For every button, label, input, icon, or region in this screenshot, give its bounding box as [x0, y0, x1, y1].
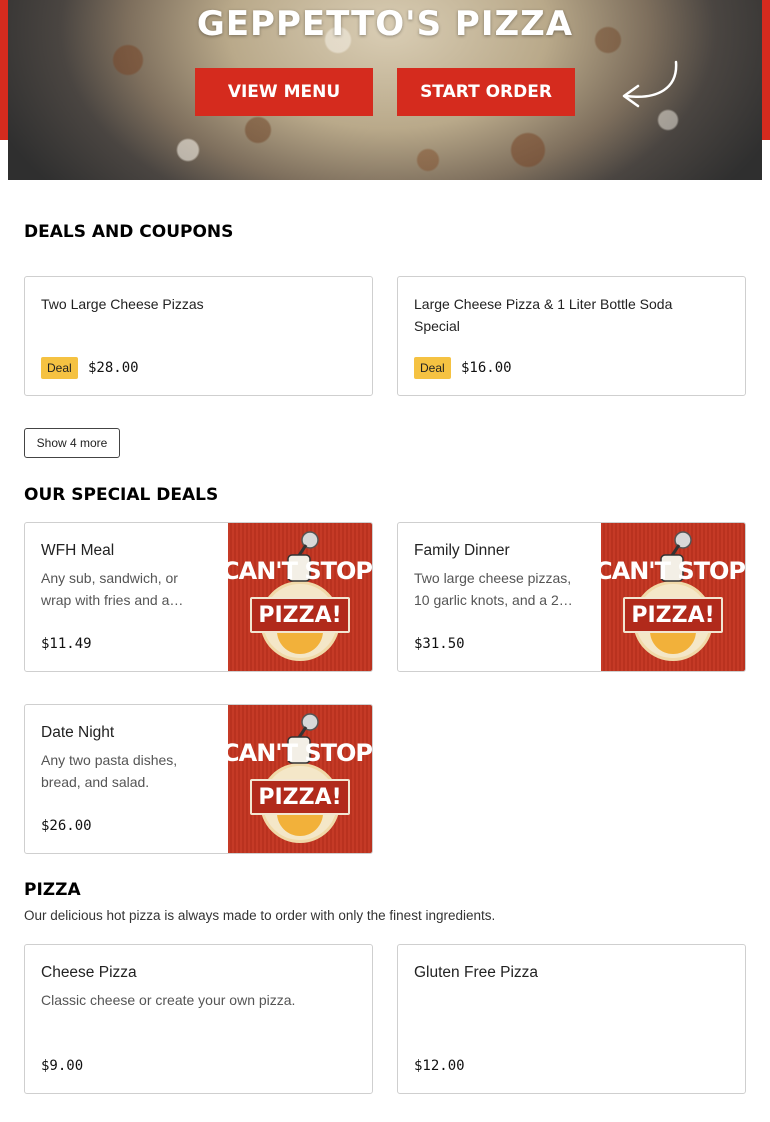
menu-item-card[interactable]: Gluten Free Pizza $12.00	[397, 944, 746, 1094]
item-name: Cheese Pizza	[41, 964, 137, 981]
item-price: $26.00	[41, 818, 92, 834]
item-name: Gluten Free Pizza	[414, 964, 539, 981]
promo-banner: PIZZA!	[623, 597, 723, 633]
promo-image: CAN'T STOP PIZZA!	[228, 705, 372, 853]
deal-badge: Deal	[41, 357, 78, 379]
item-description: Any sub, sandwich, or wrap with fries an…	[41, 570, 184, 608]
menu-item-card[interactable]: Cheese Pizza Classic cheese or create yo…	[24, 944, 373, 1094]
deal-price: $16.00	[461, 360, 512, 376]
start-order-button[interactable]: START ORDER	[397, 68, 575, 116]
item-price: $9.00	[41, 1058, 84, 1074]
promo-image: CAN'T STOP PIZZA!	[228, 523, 372, 671]
deals-section-title: DEALS AND COUPONS	[24, 222, 234, 242]
deal-card[interactable]: Large Cheese Pizza & 1 Liter Bottle Soda…	[397, 276, 746, 396]
item-price: $12.00	[414, 1058, 465, 1074]
menu-item-card[interactable]: Date Night Any two pasta dishes, bread, …	[24, 704, 373, 854]
menu-item-card[interactable]: WFH Meal Any sub, sandwich, or wrap with…	[24, 522, 373, 672]
item-description: Classic cheese or create your own pizza.	[41, 992, 296, 1008]
promo-slogan: CAN'T STOP	[601, 557, 745, 585]
pizza-section-title: PIZZA	[24, 880, 81, 900]
item-description: Two large cheese pizzas, 10 garlic knots…	[414, 570, 573, 608]
item-price: $11.49	[41, 636, 92, 652]
deal-price: $28.00	[88, 360, 139, 376]
show-more-button[interactable]: Show 4 more	[24, 428, 120, 458]
item-name: Date Night	[41, 724, 115, 741]
special-deals-section-title: OUR SPECIAL DEALS	[24, 485, 219, 505]
deal-badge: Deal	[414, 357, 451, 379]
item-name: Family Dinner	[414, 542, 510, 559]
curved-arrow-icon	[622, 60, 678, 108]
pizza-section-description: Our delicious hot pizza is always made t…	[24, 908, 496, 923]
promo-slogan: CAN'T STOP	[228, 739, 372, 767]
promo-banner: PIZZA!	[250, 597, 350, 633]
menu-item-card[interactable]: Family Dinner Two large cheese pizzas, 1…	[397, 522, 746, 672]
deal-name: Large Cheese Pizza & 1 Liter Bottle Soda…	[414, 296, 673, 334]
promo-banner: PIZZA!	[250, 779, 350, 815]
item-price: $31.50	[414, 636, 465, 652]
deal-name: Two Large Cheese Pizzas	[41, 296, 204, 312]
deal-card[interactable]: Two Large Cheese Pizzas Deal $28.00	[24, 276, 373, 396]
promo-image: CAN'T STOP PIZZA!	[601, 523, 745, 671]
restaurant-title: GEPPETTO'S PIZZA	[196, 4, 574, 44]
item-name: WFH Meal	[41, 542, 115, 559]
view-menu-button[interactable]: VIEW MENU	[195, 68, 373, 116]
item-description: Any two pasta dishes, bread, and salad.	[41, 752, 178, 790]
promo-slogan: CAN'T STOP	[228, 557, 372, 585]
